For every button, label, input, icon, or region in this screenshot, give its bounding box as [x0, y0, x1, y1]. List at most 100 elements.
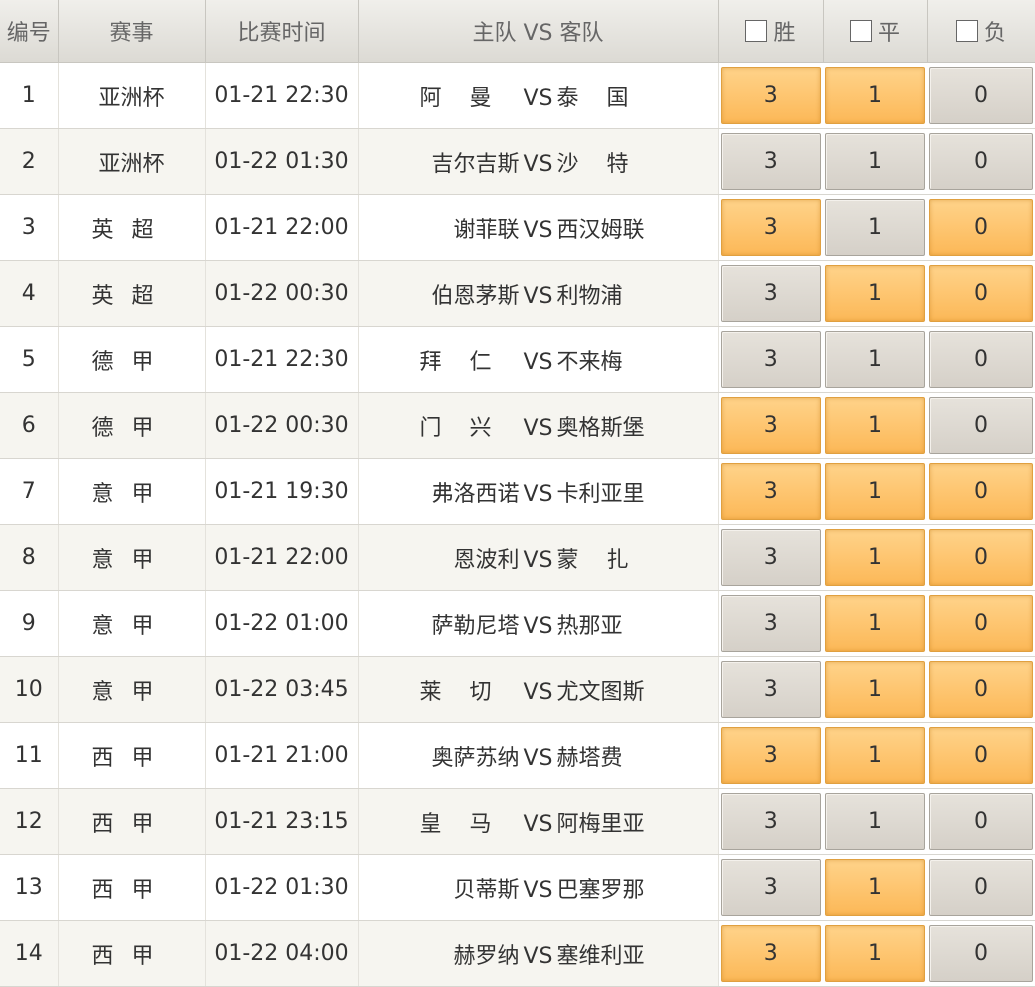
draw-option-button[interactable]: 1	[825, 67, 925, 124]
win-option-cell: 3	[718, 524, 823, 591]
lose-option-button[interactable]: 0	[929, 859, 1033, 916]
away-team: 巴塞罗那	[556, 877, 645, 903]
lose-option-button[interactable]: 0	[929, 793, 1033, 850]
match-time: 01-21 22:30	[205, 326, 359, 393]
match-row: 4 英超 01-22 00:30 伯恩茅斯 VS 利物浦 3 1 0	[0, 260, 1035, 327]
win-option-cell: 3	[718, 260, 823, 327]
home-team: 弗洛西诺	[431, 481, 520, 507]
win-option-button[interactable]: 3	[720, 133, 821, 190]
win-option-cell: 3	[718, 722, 823, 789]
league-name: 英超	[58, 260, 206, 327]
lose-option-cell: 0	[927, 722, 1035, 789]
win-option-button[interactable]: 3	[720, 331, 821, 388]
away-team: 泰国	[556, 85, 657, 111]
lose-option-cell: 0	[927, 590, 1035, 657]
home-team: 贝蒂斯	[453, 877, 520, 903]
draw-option-button[interactable]: 1	[825, 595, 925, 652]
draw-option-button[interactable]: 1	[825, 463, 925, 520]
lose-option-cell: 0	[927, 656, 1035, 723]
win-option-button[interactable]: 3	[720, 661, 821, 718]
draw-option-button[interactable]: 1	[825, 661, 925, 718]
draw-option-cell: 1	[823, 722, 927, 789]
match-time: 01-21 22:00	[205, 524, 359, 591]
away-team: 沙特	[556, 151, 657, 177]
teams-cell: 恩波利 VS 蒙扎	[358, 524, 719, 591]
lose-option-button[interactable]: 0	[929, 199, 1033, 256]
lose-option-cell: 0	[927, 788, 1035, 855]
match-time: 01-22 00:30	[205, 392, 359, 459]
header-num: 编号	[0, 0, 59, 63]
win-option-button[interactable]: 3	[720, 67, 821, 124]
lose-option-button[interactable]: 0	[929, 463, 1033, 520]
lose-option-button[interactable]: 0	[929, 595, 1033, 652]
match-row: 14 西甲 01-22 04:00 赫罗纳 VS 塞维利亚 3 1 0	[0, 920, 1035, 987]
match-row: 8 意甲 01-21 22:00 恩波利 VS 蒙扎 3 1 0	[0, 524, 1035, 591]
vs-label: VS	[523, 85, 553, 111]
away-team: 卡利亚里	[556, 481, 645, 507]
draw-option-button[interactable]: 1	[825, 397, 925, 454]
draw-option-cell: 1	[823, 854, 927, 921]
win-option-button[interactable]: 3	[720, 727, 821, 784]
win-option-button[interactable]: 3	[720, 859, 821, 916]
lose-option-button[interactable]: 0	[929, 265, 1033, 322]
select-all-draw-checkbox[interactable]	[849, 19, 872, 42]
home-team: 皇马	[419, 811, 520, 837]
select-all-lose-checkbox[interactable]	[955, 19, 978, 42]
draw-option-button[interactable]: 1	[825, 133, 925, 190]
lose-option-button[interactable]: 0	[929, 727, 1033, 784]
win-option-button[interactable]: 3	[720, 265, 821, 322]
match-row: 12 西甲 01-21 23:15 皇马 VS 阿梅里亚 3 1 0	[0, 788, 1035, 855]
win-option-button[interactable]: 3	[720, 463, 821, 520]
draw-option-button[interactable]: 1	[825, 793, 925, 850]
draw-option-button[interactable]: 1	[825, 265, 925, 322]
draw-option-button[interactable]: 1	[825, 925, 925, 982]
draw-option-cell: 1	[823, 194, 927, 261]
home-team: 吉尔吉斯	[431, 151, 520, 177]
draw-option-cell: 1	[823, 590, 927, 657]
win-option-button[interactable]: 3	[720, 793, 821, 850]
lose-option-cell: 0	[927, 458, 1035, 525]
win-option-cell: 3	[718, 458, 823, 525]
home-team: 伯恩茅斯	[431, 283, 520, 309]
header-lose-select[interactable]: 负	[927, 0, 1035, 63]
league-name: 亚洲杯	[58, 62, 206, 129]
win-option-cell: 3	[718, 920, 823, 987]
home-team: 阿曼	[419, 85, 520, 111]
teams-cell: 伯恩茅斯 VS 利物浦	[358, 260, 719, 327]
win-option-button[interactable]: 3	[720, 529, 821, 586]
draw-option-button[interactable]: 1	[825, 529, 925, 586]
win-option-button[interactable]: 3	[720, 595, 821, 652]
match-time: 01-22 01:00	[205, 590, 359, 657]
match-row: 7 意甲 01-21 19:30 弗洛西诺 VS 卡利亚里 3 1 0	[0, 458, 1035, 525]
draw-option-cell: 1	[823, 128, 927, 195]
draw-option-button[interactable]: 1	[825, 331, 925, 388]
match-number: 14	[0, 920, 59, 987]
teams-cell: 谢菲联 VS 西汉姆联	[358, 194, 719, 261]
draw-option-button[interactable]: 1	[825, 859, 925, 916]
table-body: 1 亚洲杯 01-21 22:30 阿曼 VS 泰国 3 1 0 2 亚洲杯 01-22 01:30 吉…	[0, 62, 1035, 987]
win-option-button[interactable]: 3	[720, 397, 821, 454]
teams-cell: 门兴 VS 奥格斯堡	[358, 392, 719, 459]
vs-label: VS	[523, 811, 553, 837]
lose-option-button[interactable]: 0	[929, 331, 1033, 388]
lose-option-button[interactable]: 0	[929, 67, 1033, 124]
win-option-cell: 3	[718, 326, 823, 393]
win-option-button[interactable]: 3	[720, 925, 821, 982]
match-time: 01-22 01:30	[205, 854, 359, 921]
header-draw-select[interactable]: 平	[823, 0, 928, 63]
select-all-win-checkbox[interactable]	[745, 19, 768, 42]
home-team: 赫罗纳	[453, 943, 520, 969]
teams-cell: 赫罗纳 VS 塞维利亚	[358, 920, 719, 987]
header-win-select[interactable]: 胜	[718, 0, 824, 63]
lose-option-button[interactable]: 0	[929, 397, 1033, 454]
draw-option-button[interactable]: 1	[825, 199, 925, 256]
lose-option-button[interactable]: 0	[929, 133, 1033, 190]
lose-option-button[interactable]: 0	[929, 661, 1033, 718]
match-row: 5 德甲 01-21 22:30 拜仁 VS 不来梅 3 1 0	[0, 326, 1035, 393]
draw-option-button[interactable]: 1	[825, 727, 925, 784]
lose-option-button[interactable]: 0	[929, 925, 1033, 982]
win-option-button[interactable]: 3	[720, 199, 821, 256]
league-name: 意甲	[58, 656, 206, 723]
lose-option-button[interactable]: 0	[929, 529, 1033, 586]
teams-cell: 贝蒂斯 VS 巴塞罗那	[358, 854, 719, 921]
